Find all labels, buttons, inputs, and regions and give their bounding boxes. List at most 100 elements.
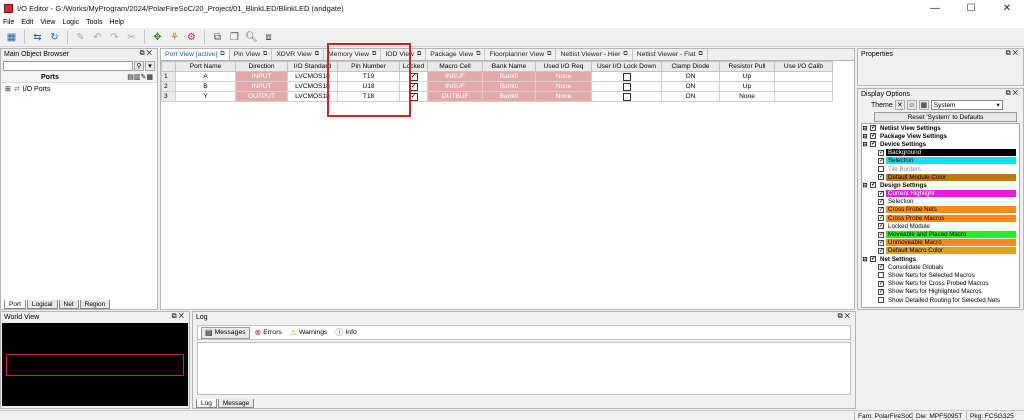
display-option-item[interactable]: ✓ Cross Probe Macros [862, 214, 1019, 222]
copy-icon[interactable]: ⧉ [210, 30, 225, 45]
tab-port-view[interactable]: Port View [active] ⧉ [161, 49, 230, 60]
display-option-item[interactable]: ✓ Cross Probe Nets [862, 206, 1019, 214]
display-option-item[interactable]: ✓ Moveable and Placed Macro [862, 230, 1019, 239]
tab-netlist-hier[interactable]: Netlist Viewer - Hier ⧉ [556, 49, 633, 60]
lock-down-checkbox[interactable] [622, 92, 631, 101]
cell-used-io-req[interactable]: None [535, 81, 592, 92]
option-checkbox[interactable]: ✓ [878, 288, 884, 295]
expand-icon[interactable]: ⊞ [5, 85, 11, 93]
cell-resistor-pull[interactable]: Up [719, 81, 775, 92]
window-icon[interactable]: ⧈ [261, 30, 276, 45]
filter-info[interactable]: ⓘ Info [332, 327, 359, 339]
panel-controls[interactable]: ⧉✕ [172, 313, 186, 321]
option-checkbox[interactable]: ✓ [878, 247, 884, 254]
col-user-io-lock-down[interactable]: User I/O Lock Down [591, 61, 662, 72]
col-use-io-calib[interactable]: Use I/O Calib [774, 61, 833, 72]
pin-assign-icon[interactable]: ✥ [150, 30, 165, 45]
option-checkbox[interactable]: ✓ [878, 239, 884, 246]
menu-view[interactable]: View [40, 19, 55, 26]
tab-pin-view[interactable]: Pin View ⧉ [230, 49, 273, 60]
cell-direction[interactable]: INPUT [235, 71, 288, 82]
display-option-item[interactable]: ✓ Default Macro Color [862, 247, 1019, 255]
display-option-item[interactable]: ⊟ ✓ Net Settings [862, 255, 1019, 263]
minimize-button[interactable]: — [918, 0, 952, 17]
col-resistor-pull[interactable]: Resistor Pull [719, 61, 775, 72]
col-bank-name[interactable]: Bank Name [482, 61, 536, 72]
table-row[interactable]: 3 Y OUTPUT LVCMOS18 T18 ✓ OUTBUF Bank0 N… [161, 91, 833, 102]
theme-clear-icon[interactable]: ✕ [894, 100, 905, 110]
display-option-item[interactable]: ⊟ ✓ Package View Settings [862, 132, 1019, 140]
col-used-io-req[interactable]: Used I/O Req [535, 61, 592, 72]
lock-down-checkbox[interactable] [622, 72, 631, 81]
display-option-item[interactable]: ✓ Consolidate Globals [862, 263, 1019, 271]
option-checkbox[interactable] [878, 272, 884, 279]
layers-icon[interactable]: ❐ [227, 30, 242, 45]
cut-icon[interactable]: ✂ [124, 30, 139, 45]
edit-icon[interactable]: ✎ [73, 30, 88, 45]
display-option-item[interactable]: ✓ Show Nets for Highlighted Macros [862, 288, 1019, 296]
display-option-item[interactable]: ⊟ ✓ Netlist View Settings [862, 124, 1019, 132]
tab-floorplanner-view[interactable]: Floorplanner View ⧉ [485, 49, 557, 60]
option-checkbox[interactable]: ✓ [878, 157, 884, 164]
expand-icon[interactable]: ⊟ [862, 133, 868, 140]
display-option-item[interactable]: ✓ Selection [862, 157, 1019, 165]
option-checkbox[interactable]: ✓ [878, 215, 884, 222]
cell-used-io-req[interactable]: None [535, 71, 592, 82]
col-direction[interactable]: Direction [235, 61, 288, 72]
filter-errors[interactable]: ⊗ Errors [252, 327, 285, 339]
cell-clamp-diode[interactable]: ON [661, 71, 720, 82]
world-view-canvas[interactable] [2, 323, 188, 406]
cell-port-name[interactable]: A [175, 71, 236, 82]
menu-edit[interactable]: Edit [21, 19, 33, 26]
option-checkbox[interactable]: ✓ [878, 223, 884, 230]
theme-user-icon[interactable]: ☺ [906, 100, 917, 110]
cell-macro-cell[interactable]: OUTBUF [427, 91, 483, 102]
option-checkbox[interactable] [878, 166, 884, 173]
column-tools-icon[interactable]: ▤▥✎▦ [127, 73, 153, 81]
reset-defaults-button[interactable]: Reset 'System' to Defaults [874, 112, 1017, 122]
cell-direction[interactable]: INPUT [235, 81, 288, 92]
display-option-item[interactable]: ✓ Locked Module [862, 222, 1019, 230]
col-macro-cell[interactable]: Macro Cell [427, 61, 483, 72]
tab-xdvr-view[interactable]: XDVR View ⧉ [272, 49, 324, 60]
tab-logical[interactable]: Logical [26, 300, 58, 309]
redo-icon[interactable]: ↷ [107, 30, 122, 45]
lock-down-checkbox[interactable] [622, 82, 631, 91]
tab-package-view[interactable]: Package View ⧉ [426, 49, 486, 60]
display-option-item[interactable]: ✓ Selection [862, 198, 1019, 206]
cell-resistor-pull[interactable]: None [719, 91, 775, 102]
display-option-item[interactable]: ⊟ ✓ Device Settings [862, 140, 1019, 148]
panel-controls[interactable]: ⧉✕ [1006, 90, 1020, 98]
tab-net[interactable]: Net [58, 300, 79, 309]
panel-controls[interactable]: ⧉✕ [1006, 50, 1020, 58]
menu-file[interactable]: File [3, 19, 14, 26]
save-icon[interactable]: ▦ [4, 30, 19, 45]
option-checkbox[interactable]: ✓ [878, 206, 884, 213]
tab-netlist-flat[interactable]: Netlist Viewer - Flat ⧉ [633, 49, 708, 60]
cell-clamp-diode[interactable]: ON [661, 91, 720, 102]
search-icon[interactable]: ⚲ [134, 60, 144, 71]
cell-io-calib[interactable] [774, 71, 833, 82]
tab-port[interactable]: Port [4, 300, 26, 309]
panel-controls[interactable]: ⧉✕ [140, 50, 154, 58]
cell-resistor-pull[interactable]: Up [719, 71, 775, 82]
menu-tools[interactable]: Tools [86, 19, 102, 26]
option-checkbox[interactable]: ✓ [870, 256, 876, 263]
display-option-item[interactable]: Show Detailed Routing for Selected Nets [862, 296, 1019, 304]
panel-controls[interactable]: ⧉✕ [838, 313, 852, 321]
option-checkbox[interactable]: ✓ [878, 149, 884, 156]
expand-icon[interactable]: ⊟ [862, 182, 868, 189]
expand-icon[interactable]: ⊟ [862, 125, 868, 132]
tab-region[interactable]: Region [79, 300, 111, 309]
table-row[interactable]: 1 A INPUT LVCMOS18 T19 ✓ INBUF Bank0 Non… [161, 71, 833, 82]
cell-lock-down[interactable] [591, 71, 662, 82]
viewport-rectangle[interactable] [6, 354, 184, 376]
cell-bank-name[interactable]: Bank0 [482, 81, 536, 92]
cell-io-calib[interactable] [774, 91, 833, 102]
cell-direction[interactable]: OUTPUT [235, 91, 288, 102]
cell-port-name[interactable]: Y [175, 91, 236, 102]
table-row[interactable]: 2 B INPUT LVCMOS18 U18 ✓ INBUF Bank0 Non… [161, 81, 833, 92]
option-checkbox[interactable]: ✓ [870, 182, 876, 189]
tab-log[interactable]: Log [196, 399, 217, 408]
zoom-icon[interactable]: 🔍︎ [244, 30, 259, 45]
